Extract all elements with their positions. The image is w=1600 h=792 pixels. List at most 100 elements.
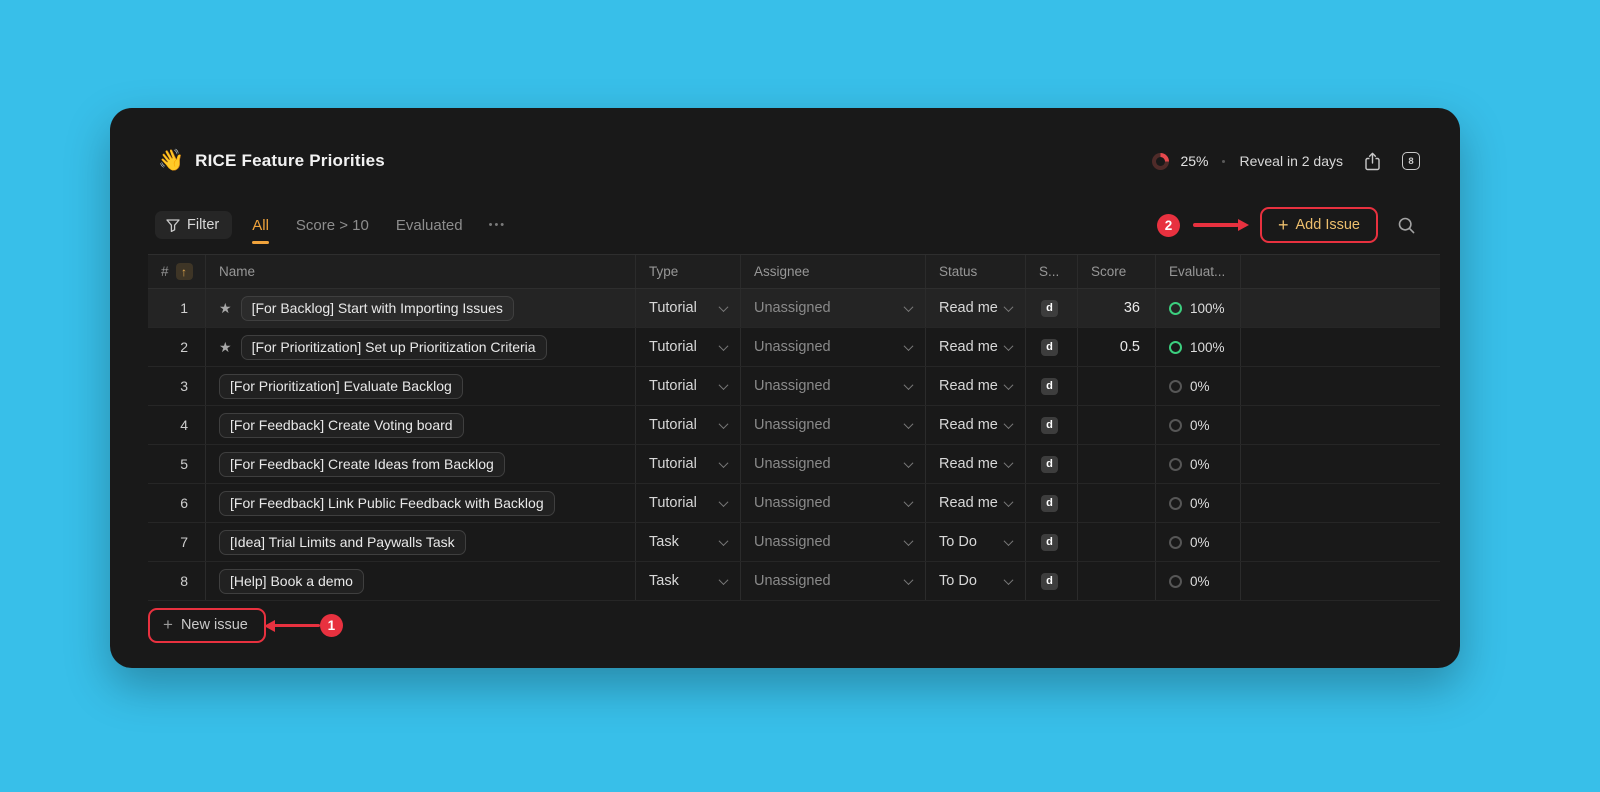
share-icon[interactable]	[1364, 152, 1381, 171]
score-cell[interactable]	[1077, 445, 1155, 483]
assignee-dropdown[interactable]: Unassigned	[740, 562, 925, 600]
evaluated-cell[interactable]: 100%	[1155, 289, 1240, 327]
assignee-dropdown[interactable]: Unassigned	[740, 328, 925, 366]
star-icon[interactable]: ★	[219, 339, 232, 356]
type-dropdown[interactable]: Task	[635, 562, 740, 600]
table-row[interactable]: 6 ★ [For Feedback] Link Public Feedback …	[148, 484, 1440, 523]
evaluated-cell[interactable]: 0%	[1155, 367, 1240, 405]
issue-name-chip[interactable]: [Help] Book a demo	[219, 569, 364, 594]
type-dropdown[interactable]: Tutorial	[635, 484, 740, 522]
table-row[interactable]: 7 ★ [Idea] Trial Limits and Paywalls Tas…	[148, 523, 1440, 562]
status-dropdown[interactable]: To Do	[925, 523, 1025, 561]
column-header[interactable]: Evaluat...	[1155, 255, 1240, 288]
score-cell[interactable]	[1077, 367, 1155, 405]
status-dropdown[interactable]: Read me	[925, 406, 1025, 444]
name-cell: ★ [For Prioritization] Evaluate Backlog	[205, 367, 635, 405]
status-dropdown[interactable]: Read me	[925, 289, 1025, 327]
page-title: RICE Feature Priorities	[195, 151, 385, 171]
tab-score-10[interactable]: Score > 10	[296, 217, 369, 234]
chevron-down-icon	[904, 380, 914, 390]
evaluated-cell[interactable]: 0%	[1155, 484, 1240, 522]
issue-name-chip[interactable]: [For Prioritization] Evaluate Backlog	[219, 374, 463, 399]
table-row[interactable]: 8 ★ [Help] Book a demo Task Unassigned T…	[148, 562, 1440, 601]
column-header[interactable]: Name	[205, 255, 635, 288]
doc-icon[interactable]: d	[1041, 339, 1058, 356]
table-row[interactable]: 2 ★ [For Prioritization] Set up Prioriti…	[148, 328, 1440, 367]
issue-name-chip[interactable]: [For Prioritization] Set up Prioritizati…	[241, 335, 547, 360]
type-dropdown[interactable]: Tutorial	[635, 328, 740, 366]
filter-label: Filter	[187, 217, 219, 233]
doc-icon[interactable]: d	[1041, 573, 1058, 590]
chevron-down-icon	[719, 575, 729, 585]
title-bar: 👋 RICE Feature Priorities 25% Reveal in …	[158, 146, 1420, 176]
empty-cell	[1240, 445, 1440, 483]
type-dropdown[interactable]: Tutorial	[635, 445, 740, 483]
type-dropdown[interactable]: Tutorial	[635, 367, 740, 405]
add-issue-button[interactable]: + Add Issue	[1265, 212, 1373, 238]
column-header[interactable]: Assignee	[740, 255, 925, 288]
score-cell[interactable]	[1077, 523, 1155, 561]
status-dropdown[interactable]: Read me	[925, 367, 1025, 405]
status-dropdown[interactable]: To Do	[925, 562, 1025, 600]
table-row[interactable]: 4 ★ [For Feedback] Create Voting board T…	[148, 406, 1440, 445]
empty-cell	[1240, 328, 1440, 366]
chevron-down-icon	[904, 341, 914, 351]
status-dropdown[interactable]: Read me	[925, 328, 1025, 366]
column-header[interactable]: Status	[925, 255, 1025, 288]
more-options-button[interactable]: •••	[489, 219, 507, 231]
score-cell[interactable]	[1077, 484, 1155, 522]
type-dropdown[interactable]: Task	[635, 523, 740, 561]
filter-button[interactable]: Filter	[155, 211, 232, 239]
chevron-down-icon	[1004, 536, 1014, 546]
doc-icon[interactable]: d	[1041, 456, 1058, 473]
doc-icon[interactable]: d	[1041, 417, 1058, 434]
status-dropdown[interactable]: Read me	[925, 484, 1025, 522]
score-cell[interactable]	[1077, 406, 1155, 444]
table-row[interactable]: 3 ★ [For Prioritization] Evaluate Backlo…	[148, 367, 1440, 406]
type-dropdown[interactable]: Tutorial	[635, 289, 740, 327]
status-dropdown[interactable]: Read me	[925, 445, 1025, 483]
score-cell[interactable]: 36	[1077, 289, 1155, 327]
assignee-dropdown[interactable]: Unassigned	[740, 445, 925, 483]
name-cell: ★ [For Feedback] Link Public Feedback wi…	[205, 484, 635, 522]
assignee-dropdown[interactable]: Unassigned	[740, 289, 925, 327]
column-header[interactable]: Score	[1077, 255, 1155, 288]
table-row[interactable]: 1 ★ [For Backlog] Start with Importing I…	[148, 289, 1440, 328]
search-icon[interactable]	[1397, 216, 1416, 235]
board-count-icon[interactable]: 8	[1402, 152, 1420, 170]
evaluated-cell[interactable]: 100%	[1155, 328, 1240, 366]
tab-all[interactable]: All	[252, 217, 269, 234]
score-cell[interactable]	[1077, 562, 1155, 600]
doc-icon[interactable]: d	[1041, 378, 1058, 395]
separator-dot	[1222, 160, 1225, 163]
evaluated-cell[interactable]: 0%	[1155, 406, 1240, 444]
column-header[interactable]: #↑	[148, 255, 205, 288]
type-dropdown[interactable]: Tutorial	[635, 406, 740, 444]
doc-icon[interactable]: d	[1041, 300, 1058, 317]
evaluated-cell[interactable]: 0%	[1155, 523, 1240, 561]
assignee-dropdown[interactable]: Unassigned	[740, 523, 925, 561]
annotation-step-2-badge: 2	[1157, 214, 1180, 237]
score-cell[interactable]: 0.5	[1077, 328, 1155, 366]
issue-name-chip[interactable]: [For Feedback] Create Voting board	[219, 413, 464, 438]
chevron-down-icon	[719, 341, 729, 351]
assignee-dropdown[interactable]: Unassigned	[740, 367, 925, 405]
issue-name-chip[interactable]: [For Feedback] Create Ideas from Backlog	[219, 452, 505, 477]
new-issue-button[interactable]: + New issue	[153, 613, 261, 638]
doc-icon[interactable]: d	[1041, 495, 1058, 512]
evaluated-cell[interactable]: 0%	[1155, 445, 1240, 483]
column-header[interactable]: S...	[1025, 255, 1077, 288]
issue-name-chip[interactable]: [For Backlog] Start with Importing Issue…	[241, 296, 514, 321]
issue-name-chip[interactable]: [For Feedback] Link Public Feedback with…	[219, 491, 555, 516]
column-header[interactable]: Type	[635, 255, 740, 288]
issue-name-chip[interactable]: [Idea] Trial Limits and Paywalls Task	[219, 530, 466, 555]
progress-ring-icon	[1169, 536, 1182, 549]
evaluated-cell[interactable]: 0%	[1155, 562, 1240, 600]
doc-icon[interactable]: d	[1041, 534, 1058, 551]
assignee-dropdown[interactable]: Unassigned	[740, 406, 925, 444]
star-icon[interactable]: ★	[219, 300, 232, 317]
assignee-dropdown[interactable]: Unassigned	[740, 484, 925, 522]
sort-ascending-icon[interactable]: ↑	[176, 263, 193, 280]
tab-evaluated[interactable]: Evaluated	[396, 217, 463, 234]
table-row[interactable]: 5 ★ [For Feedback] Create Ideas from Bac…	[148, 445, 1440, 484]
